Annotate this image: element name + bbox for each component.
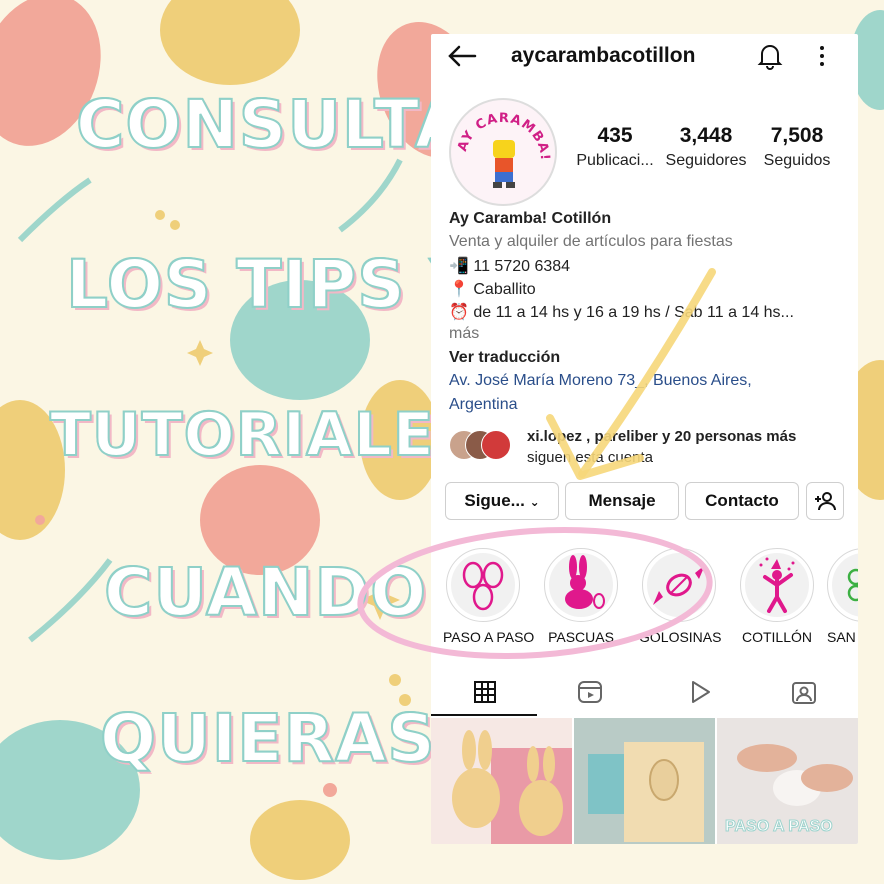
following-count: 7,508: [770, 124, 824, 147]
stat-following[interactable]: 7,508 Seguidos: [757, 124, 837, 170]
profile-top-bar: aycarambacotillon: [431, 34, 858, 78]
back-arrow-icon[interactable]: [447, 44, 477, 68]
bunny-icon: [565, 555, 605, 609]
stat-followers[interactable]: 3,448 Seguidores: [659, 124, 753, 170]
profile-phone[interactable]: 📲 11 5720 6384: [449, 256, 849, 276]
post-thumbnail[interactable]: PASO A PASO: [717, 718, 858, 844]
highlight-paso-a-paso[interactable]: PASO A PASO: [443, 548, 535, 645]
message-button[interactable]: Mensaje: [565, 482, 679, 520]
bart-logo-icon: AY CARAMBA!: [455, 111, 551, 188]
chevron-down-icon: ⌄: [529, 495, 540, 509]
profile-category: Venta y alquiler de artículos para fiest…: [449, 233, 733, 250]
headline-line-1: CONSULTÁ: [75, 85, 468, 164]
posts-label: Publicaci...: [576, 152, 654, 169]
thumbnail-caption: PASO A PASO: [725, 818, 834, 836]
tagged-person-icon: [792, 682, 816, 704]
grid-icon: [474, 681, 496, 703]
stat-posts[interactable]: 435 Publicaci...: [571, 124, 659, 170]
headline-line-5: QUIERAS: [99, 699, 436, 778]
highlight-label: SAN: [827, 629, 856, 645]
party-person-icon: [759, 557, 795, 613]
bell-icon[interactable]: [757, 42, 783, 70]
add-person-icon: [815, 492, 836, 511]
contact-button[interactable]: Contacto: [685, 482, 799, 520]
highlight-label: GOLOSINAS: [639, 629, 722, 645]
highlight-label: PASCUAS: [548, 629, 614, 645]
more-options-icon[interactable]: [817, 44, 827, 68]
highlight-label: PASO A PASO: [443, 629, 535, 645]
followers-label: Seguidores: [665, 152, 747, 169]
profile-hours: ⏰ de 11 a 14 hs y 16 a 19 hs / Sab 11 a …: [449, 304, 794, 321]
profile-name: Ay Caramba! Cotillón: [449, 210, 612, 227]
tab-reels-clips[interactable]: [537, 674, 643, 714]
tab-videos[interactable]: [643, 674, 749, 714]
following-button-label: Sigue...: [464, 491, 525, 510]
highlight-san[interactable]: SAN: [827, 548, 858, 645]
profile-avatar[interactable]: AY CARAMBA!: [449, 98, 557, 206]
bio-more-link[interactable]: más: [449, 325, 849, 343]
headline-line-2: LOS TIPS Y: [65, 245, 479, 324]
reels-icon: [578, 681, 602, 703]
profile-address-line-1[interactable]: Av. José María Moreno 73_, Buenos Aires,: [449, 372, 849, 390]
see-translation-link[interactable]: Ver traducción: [449, 349, 849, 367]
following-button[interactable]: Sigue... ⌄: [445, 482, 559, 520]
profile-location: 📍 Caballito: [449, 281, 536, 298]
posts-count: 435: [597, 124, 633, 147]
followed-by-text-2: siguen esta cuenta: [527, 449, 653, 466]
instagram-profile-screenshot: aycarambacotillon AY CARAMBA! 435 Public…: [431, 34, 858, 844]
play-icon: [692, 681, 710, 703]
profile-username: aycarambacotillon: [511, 44, 696, 67]
tab-posts-grid[interactable]: [431, 674, 537, 716]
bunny-cookies-image: [431, 718, 572, 844]
highlight-golosinas[interactable]: GOLOSINAS: [639, 548, 722, 645]
clover-icon: [847, 568, 858, 602]
highlight-cotillon[interactable]: COTILLÓN: [737, 548, 817, 645]
followed-by-avatars[interactable]: [449, 430, 511, 460]
easter-eggs-icon: [462, 561, 504, 611]
headline-line-4: CUANDO: [103, 553, 428, 632]
highlight-pascuas[interactable]: PASCUAS: [541, 548, 621, 645]
post-thumbnail[interactable]: [574, 718, 715, 844]
headline-line-3: TUTORIALES: [49, 399, 479, 471]
tab-tagged[interactable]: [749, 674, 855, 714]
egg-box-image: [574, 718, 715, 844]
candy-icon: [653, 565, 705, 605]
followed-by-text[interactable]: xi.lopez , pareliber y 20 personas más: [527, 428, 858, 445]
profile-address-line-2[interactable]: Argentina: [449, 396, 849, 414]
followers-count: 3,448: [679, 124, 733, 147]
suggest-people-button[interactable]: [806, 482, 844, 520]
following-label: Seguidos: [763, 152, 831, 169]
highlight-label: COTILLÓN: [741, 629, 812, 645]
post-thumbnail[interactable]: [431, 718, 572, 844]
